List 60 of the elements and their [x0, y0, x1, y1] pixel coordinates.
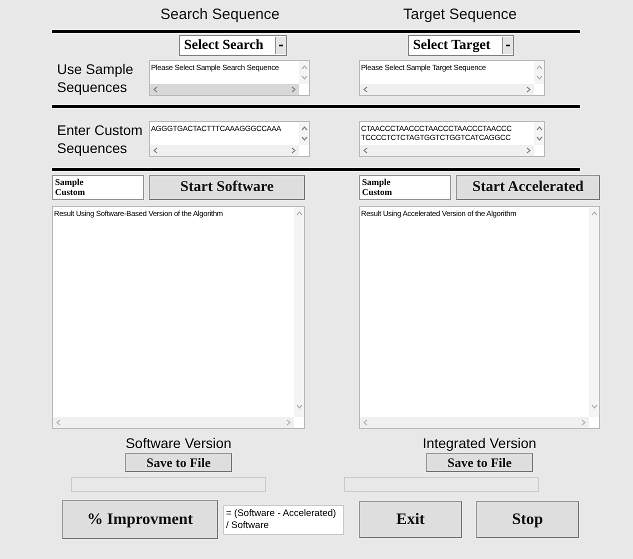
scroll-left-icon[interactable]: [362, 146, 370, 155]
start-button[interactable]: Start Accelerated: [456, 175, 600, 200]
list-item[interactable]: Custom: [362, 187, 392, 197]
scroll-up-icon[interactable]: [534, 63, 544, 71]
scrollbar[interactable]: [534, 122, 544, 145]
list-item[interactable]: Sample: [362, 177, 391, 187]
version-label: Software Version: [126, 435, 232, 451]
scroll-left-icon[interactable]: [55, 418, 63, 427]
scroll-up-icon[interactable]: [590, 209, 598, 217]
scroll-up-icon[interactable]: [300, 63, 308, 71]
list-box[interactable]: Sample Custom: [52, 175, 144, 200]
save-to-file-button[interactable]: Save to File: [426, 453, 533, 472]
scrollbar[interactable]: [299, 122, 309, 145]
column-heading: Target Sequence: [402, 6, 518, 25]
save-to-file-button[interactable]: Save to File: [125, 453, 232, 472]
dropdown[interactable]: Select Target: [408, 35, 514, 56]
scroll-right-icon[interactable]: [284, 418, 292, 427]
scroll-right-icon[interactable]: [524, 146, 532, 155]
scroll-up-icon[interactable]: [300, 124, 308, 132]
scrollbar[interactable]: [150, 84, 299, 95]
scrollbar[interactable]: [360, 84, 534, 95]
scroll-down-icon[interactable]: [590, 403, 598, 411]
scroll-down-icon[interactable]: [294, 403, 304, 411]
scroll-up-icon[interactable]: [534, 124, 544, 132]
scrollbar[interactable]: [534, 61, 544, 84]
dropdown[interactable]: Select Search: [179, 35, 287, 56]
scrollbar[interactable]: [53, 417, 294, 428]
scroll-left-icon[interactable]: [362, 418, 370, 427]
scrollbar[interactable]: [360, 145, 534, 156]
scroll-right-icon[interactable]: [524, 85, 532, 94]
column-heading: Search Sequence: [159, 6, 281, 25]
scrollbar[interactable]: [299, 61, 309, 84]
scroll-right-icon[interactable]: [579, 418, 587, 427]
scroll-right-icon[interactable]: [289, 146, 297, 155]
scrollbar[interactable]: [150, 145, 299, 156]
scrollbar[interactable]: [589, 207, 599, 417]
version-label: Integrated Version: [422, 435, 536, 451]
scroll-down-icon[interactable]: [534, 135, 544, 143]
scroll-down-icon[interactable]: [300, 74, 308, 82]
list-box[interactable]: Sample Custom: [359, 175, 451, 200]
formula-text: = (Software - Accelerated) / Software: [223, 504, 344, 534]
improvement-button[interactable]: % Improvment: [62, 500, 218, 539]
scroll-right-icon[interactable]: [289, 85, 297, 94]
scrollbar[interactable]: [294, 207, 304, 417]
scroll-left-icon[interactable]: [152, 85, 160, 94]
list-item[interactable]: Custom: [55, 187, 86, 197]
list-item[interactable]: Sample: [55, 177, 84, 187]
start-button[interactable]: Start Software: [149, 175, 305, 200]
row-label: Enter Custom Sequences: [57, 121, 144, 157]
scroll-down-icon[interactable]: [300, 135, 308, 143]
scroll-left-icon[interactable]: [152, 146, 160, 155]
scroll-down-icon[interactable]: [534, 74, 544, 82]
row-label: Use Sample Sequences: [57, 60, 134, 96]
scroll-up-icon[interactable]: [294, 209, 304, 217]
caret-icon: [275, 37, 286, 54]
caret-icon: [502, 37, 513, 54]
action-button[interactable]: Exit: [359, 501, 462, 538]
action-button[interactable]: Stop: [476, 501, 579, 538]
scrollbar[interactable]: [360, 417, 589, 428]
scroll-left-icon[interactable]: [362, 85, 370, 94]
